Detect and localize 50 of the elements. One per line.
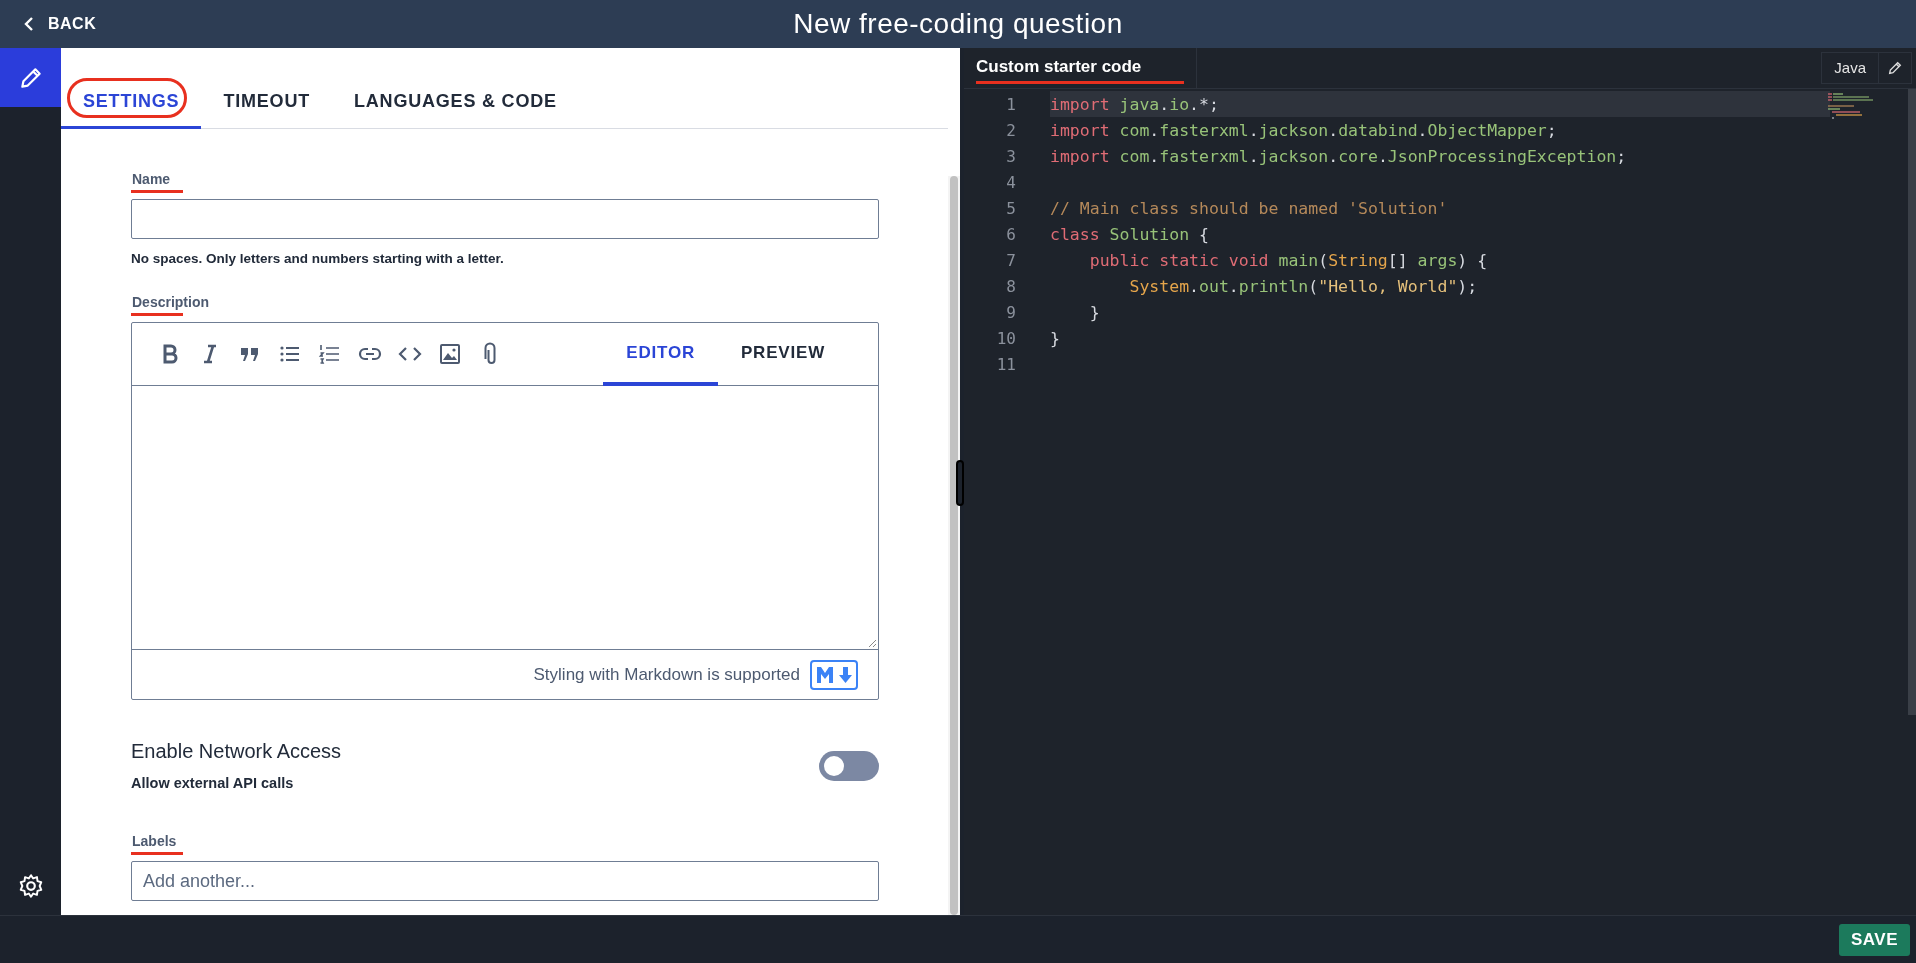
line-number: 4 [1005,172,1016,192]
code-line: import com.fasterxml.jackson.core.JsonProcessingException; [1050,145,1628,168]
annotation-underline [131,190,183,193]
line-number: 11 [995,354,1016,374]
field-label: Description [131,294,210,310]
code-line: System.out.println("Hello, World"); [1128,275,1479,298]
markdown-note: Styling with Markdown is supported [533,664,800,685]
settings-tab[interactable]: TIMEOUT [201,91,332,129]
pencil-icon [1887,60,1903,76]
markdown-icon [810,659,858,690]
labels-field[interactable]: Add another... [131,861,879,901]
line-number: 1 [1005,94,1016,114]
editor-mode-tab[interactable]: PREVIEW [718,323,848,386]
resize-grip-icon[interactable] [867,638,877,648]
field-label: Labels [131,833,178,849]
scrollbar-thumb[interactable] [950,176,958,915]
language-label: Java [1822,53,1879,83]
code-tab[interactable]: Custom starter code [976,57,1184,77]
edit-nav-button[interactable] [0,48,61,107]
code-line: import com.fasterxml.jackson.databind.ObjectMapper; [1050,119,1558,142]
page-title: New free-coding question [793,8,1123,40]
setting-description: Allow external API calls [131,775,295,791]
help-text: No spaces. Only letters and numbers starting with a letter. [131,251,505,266]
image-icon[interactable] [438,342,462,366]
save-button[interactable]: SAVE [1838,923,1910,956]
settings-icon[interactable] [17,873,44,899]
line-number: 3 [1005,146,1016,166]
scrollbar-thumb[interactable] [1908,89,1916,715]
line-number: 6 [1005,224,1016,244]
network-toggle[interactable] [819,750,879,781]
code-line: class Solution { [1050,223,1210,246]
code-line: } [1088,301,1101,324]
numbered-list-icon[interactable] [318,342,342,366]
settings-tab[interactable]: SETTINGS [61,91,202,129]
code-line: // Main class should be named 'Solution' [1050,197,1449,220]
line-number: 2 [1005,120,1016,140]
code-line: public static void main(String[] args) { [1088,249,1489,272]
annotation-underline [131,313,183,316]
settings-tab[interactable]: LANGUAGES & CODE [332,91,579,129]
line-number: 9 [1005,302,1016,322]
annotation-underline [131,852,183,855]
name-field[interactable] [131,199,879,239]
line-number: 10 [995,328,1016,348]
code-line: } [1050,327,1061,350]
line-number: 7 [1005,250,1016,270]
line-number: 5 [1005,198,1016,218]
back-link[interactable]: BACK [0,15,97,33]
field-label: Name [131,171,172,187]
setting-title: Enable Network Access [131,740,342,763]
line-number: 8 [1005,276,1016,296]
